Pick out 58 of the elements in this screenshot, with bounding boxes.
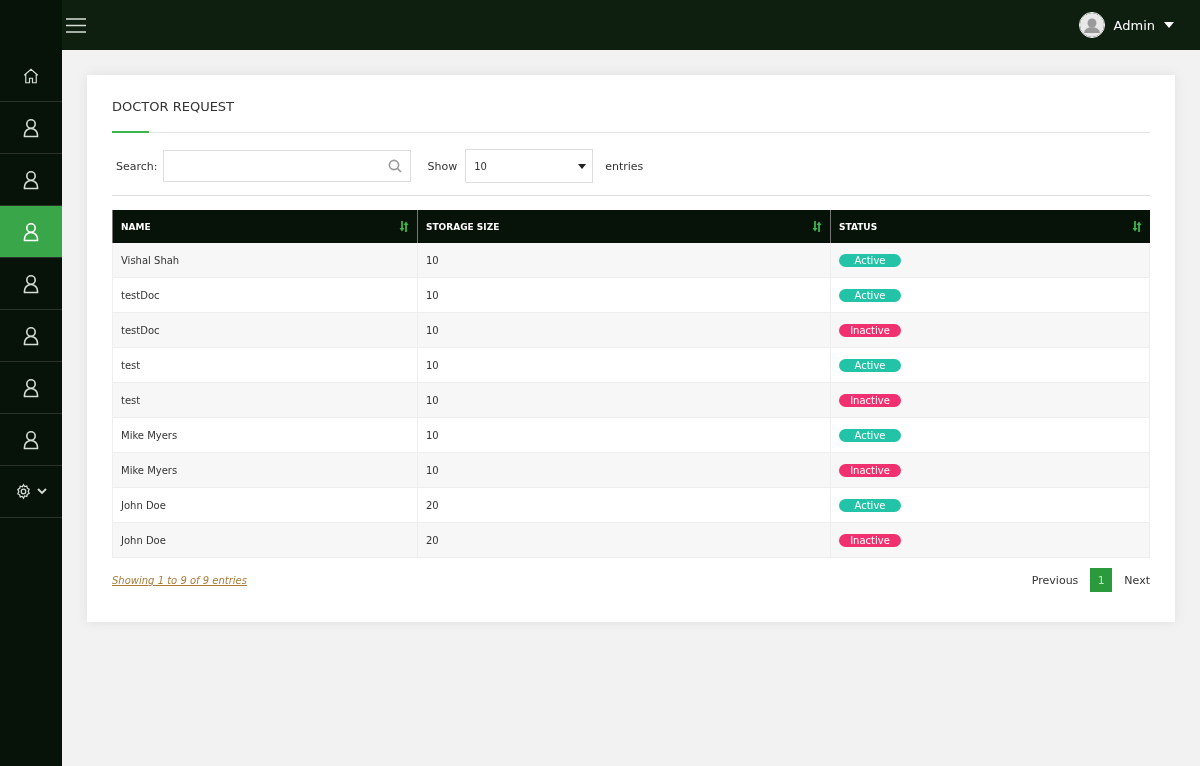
user-icon <box>23 221 39 242</box>
status-badge: Inactive <box>839 323 901 337</box>
column-header[interactable]: STORAGE SIZE <box>417 210 831 243</box>
user-name[interactable]: Admin <box>1113 17 1155 33</box>
user-icon <box>23 169 39 190</box>
user-icon <box>23 325 39 346</box>
table-cell: 10 <box>417 312 831 348</box>
status-badge: Inactive <box>839 393 901 407</box>
table-cell: testDoc <box>112 277 418 313</box>
user-icon <box>23 273 39 294</box>
table-cell: 10 <box>417 347 831 383</box>
search-field[interactable] <box>162 150 411 182</box>
menu-icon[interactable] <box>66 17 86 33</box>
table-cell: John Doe <box>112 487 418 523</box>
status-badge: Inactive <box>839 463 901 477</box>
table-cell: John Doe <box>112 522 418 558</box>
next-link[interactable]: Next <box>1124 573 1150 587</box>
table-cell: 10 <box>417 243 831 278</box>
status-badge: Inactive <box>839 533 901 547</box>
table-cell: test <box>112 382 418 418</box>
table-cell: 20 <box>417 522 831 558</box>
table-cell: Mike Myers <box>112 452 418 488</box>
search-label: Search: <box>116 159 158 173</box>
status-badge: Active <box>839 498 901 512</box>
avatar-icon[interactable] <box>1078 12 1105 38</box>
table-cell: Vishal Shah <box>112 243 418 278</box>
table-cell: Mike Myers <box>112 417 418 453</box>
previous-link[interactable]: Previous <box>1031 573 1079 587</box>
user-icon <box>23 117 39 138</box>
status-badge: Active <box>839 358 901 372</box>
status-badge: Active <box>839 288 901 302</box>
table-cell: 10 <box>417 417 831 453</box>
sort-icon <box>399 221 409 232</box>
search-icon <box>387 159 402 173</box>
status-badge: Active <box>839 428 901 442</box>
column-header[interactable]: STATUS <box>830 210 1150 243</box>
table-cell: 10 <box>417 452 831 488</box>
entries-label: entries <box>605 159 644 173</box>
status-badge: Active <box>839 253 901 267</box>
table-cell: test <box>112 347 418 383</box>
home-icon <box>22 66 40 85</box>
table-cell: 10 <box>417 277 831 313</box>
caret-down-icon <box>578 163 587 169</box>
entries-dropdown[interactable]: 10 <box>465 149 594 183</box>
chevron-down-icon <box>37 488 47 495</box>
table-cell: 20 <box>417 487 831 523</box>
sort-icon <box>1131 221 1142 232</box>
settings-icon <box>15 483 32 500</box>
table-cell: testDoc <box>112 312 418 348</box>
caret-down-icon[interactable] <box>1164 22 1174 28</box>
column-header[interactable]: NAME <box>112 210 418 243</box>
user-icon <box>23 377 39 398</box>
card-title: DOCTOR REQUEST <box>112 99 236 116</box>
show-label: Show <box>427 159 458 173</box>
user-icon <box>23 429 39 450</box>
sort-icon <box>812 221 822 232</box>
table-cell: 10 <box>417 382 831 418</box>
entries-info: Showing 1 to 9 of 9 entries <box>112 574 247 586</box>
